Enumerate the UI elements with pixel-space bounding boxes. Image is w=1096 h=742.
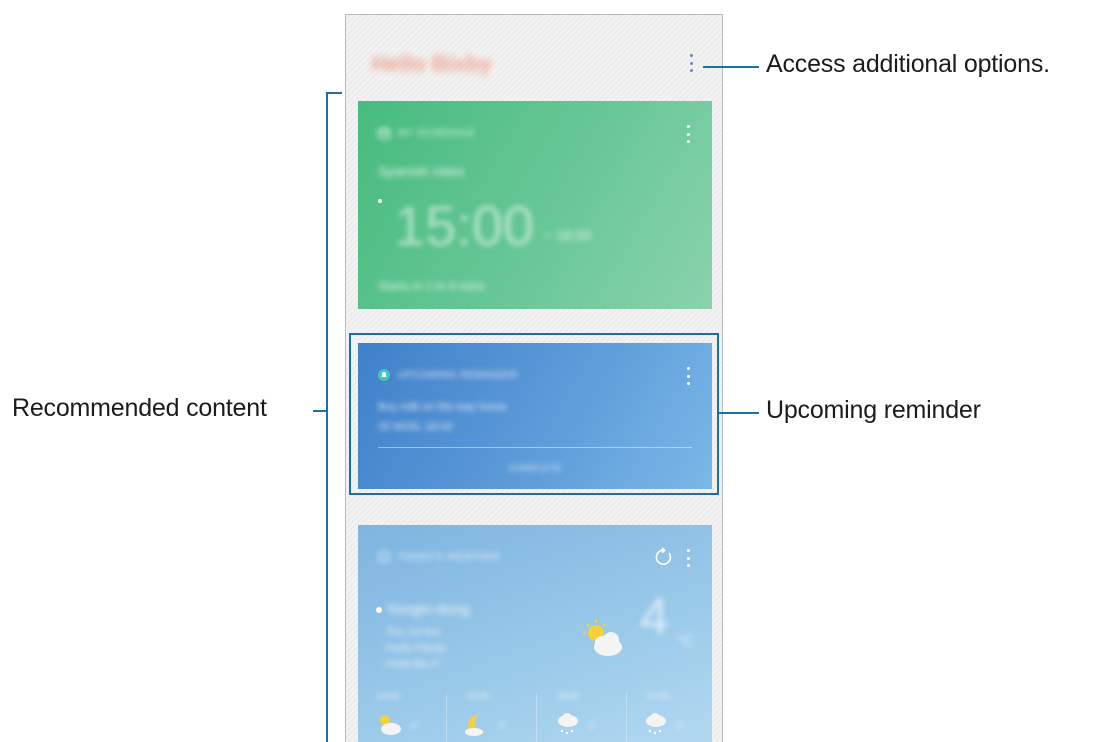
refresh-icon[interactable]	[654, 547, 674, 567]
hour-time: 17:00	[646, 691, 670, 701]
page-title: Hello Bixby	[372, 51, 492, 76]
schedule-card[interactable]: MY SCHEDULE Spanish class 15:00 ~ 16:00 …	[358, 101, 712, 309]
card-category-label: MY SCHEDULE	[398, 128, 476, 139]
partly-cloudy-icon	[583, 620, 622, 656]
reminder-highlight-box	[349, 333, 719, 495]
weather-location: Yongin-dong	[386, 601, 470, 618]
divider	[536, 693, 537, 742]
current-temperature: 4	[640, 588, 669, 646]
hour-time: 15:00	[466, 691, 490, 701]
weather-date: Thu, 14 Nov	[386, 627, 441, 638]
weather-icon	[378, 551, 390, 563]
hour-temperature: 3°	[588, 721, 597, 731]
calendar-icon	[378, 128, 390, 139]
callout-access-options: Access additional options.	[766, 50, 1050, 78]
card-category-label: TODAY'S WEATHER	[398, 552, 500, 563]
event-end-time: ~ 16:00	[544, 227, 592, 243]
callout-line	[719, 412, 759, 414]
moon-icon	[465, 714, 486, 736]
hour-temperature: 3°	[676, 721, 685, 731]
snow-cloud-icon	[646, 713, 666, 735]
weather-feels-like: Feels like 2°	[386, 659, 441, 670]
weather-condition: Partly Cloudy	[386, 643, 446, 654]
callout-line	[703, 66, 759, 68]
temperature-unit: °C	[676, 633, 694, 650]
more-options-icon[interactable]	[686, 52, 696, 74]
callout-bracket	[326, 92, 328, 742]
hour-time: 14:00	[376, 691, 400, 701]
header-bar: Hello Bixby	[346, 15, 722, 91]
hour-temperature: 4°	[410, 721, 419, 731]
event-indicator-dot	[378, 199, 382, 203]
event-time: 15:00	[394, 194, 535, 257]
callout-upcoming-reminder: Upcoming reminder	[766, 396, 981, 424]
weather-card[interactable]: TODAY'S WEATHER Yongin-dong Thu, 14 Nov …	[358, 525, 712, 742]
partly-cloudy-icon	[380, 715, 401, 735]
divider	[446, 693, 447, 742]
divider	[626, 693, 627, 742]
hour-time: 16:00	[556, 691, 580, 701]
hour-temperature: 4°	[498, 721, 507, 731]
callout-line	[313, 410, 326, 412]
event-starts-in: Starts in 1 hr 6 mins	[378, 279, 485, 293]
event-name: Spanish class	[378, 163, 465, 179]
card-more-icon[interactable]	[684, 125, 692, 143]
snow-cloud-icon	[558, 713, 578, 735]
location-pin-icon	[376, 607, 382, 613]
callout-bracket-top	[326, 92, 342, 94]
callout-recommended-content: Recommended content	[12, 394, 267, 422]
card-more-icon[interactable]	[684, 549, 692, 567]
